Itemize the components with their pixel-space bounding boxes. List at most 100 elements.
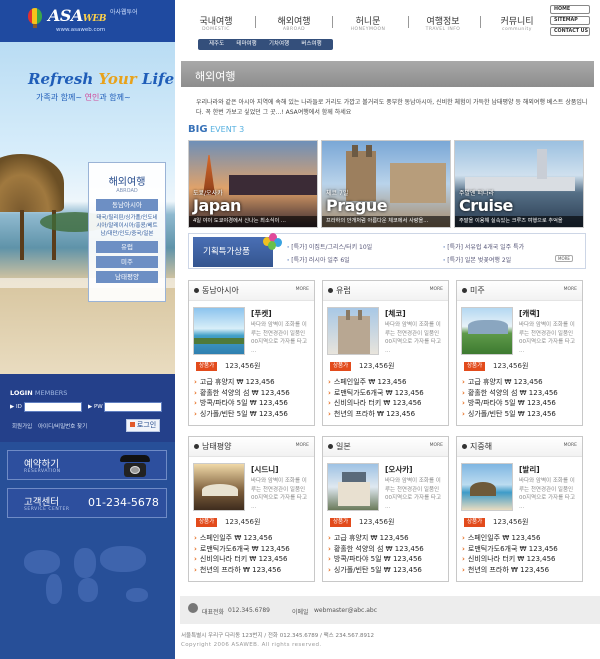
list-item[interactable]: 천년의 프라하 ₩ 123,456 (328, 409, 446, 420)
left-menu-item-southeast-asia[interactable]: 동남아시아 (96, 199, 158, 211)
card-thumbnail[interactable] (193, 463, 245, 511)
card-list: 스페인일주 ₩ 123,456 로맨틱가도6개국 ₩ 123,456 신비의나라… (328, 377, 446, 419)
left-menu-item-america[interactable]: 미주 (96, 256, 158, 268)
list-item[interactable]: 로맨틱가도6개국 ₩ 123,456 (328, 388, 446, 399)
login-button[interactable]: 로그인 (126, 419, 160, 432)
service-center-label: 고객센터 (24, 497, 59, 508)
nav-abroad[interactable]: 해외여행 ABROAD (274, 14, 314, 32)
list-item[interactable]: 천년의 프라하 ₩ 123,456 (462, 565, 580, 576)
list-item[interactable]: 방콕/파타야 5일 ₩ 123,456 (194, 398, 312, 409)
card-list: 고급 휴양지 ₩ 123,456 황홀한 석양의 섬 ₩ 123,456 방콕/… (462, 377, 580, 419)
banner-headline: Prague (326, 196, 388, 215)
nav-travel-info[interactable]: 여행정보 TRAVEL INFO (420, 14, 466, 32)
card-description: 바다와 암벽이 조화를 이루는 천연경관이 일품인 00지역으로 가자를 타고 … (519, 322, 576, 354)
card-thumbnail[interactable] (327, 307, 379, 355)
left-menu-item-europe[interactable]: 유럽 (96, 241, 158, 253)
list-item[interactable]: 싱가폴/빈탄 5일 ₩ 123,456 (194, 409, 312, 420)
special-item[interactable]: [특가] 이집트/그리스/터키 10일 (287, 242, 372, 251)
card-product-name[interactable]: [캐랙] (519, 308, 540, 319)
card-product-name[interactable]: [오사카] (385, 464, 413, 475)
login-panel: LOGIN MEMBERS ▶ ID ▶ PW 회원가입 아이디/비밀번호 찾기… (0, 374, 175, 442)
list-item[interactable]: 황홀한 석양의 섬 ₩ 123,456 (462, 388, 580, 399)
nav-domestic[interactable]: 국내여행 DOMESTIC (196, 14, 236, 32)
logo-text: ASAWEB (48, 6, 106, 25)
sub-tab-bus[interactable]: 버스여행 (296, 39, 326, 50)
card-thumbnail[interactable] (461, 463, 513, 511)
card-more-button[interactable]: MORE (296, 287, 309, 292)
list-item[interactable]: 신비의나라 터키 ₩ 123,456 (328, 398, 446, 409)
bullet-icon (328, 444, 333, 449)
id-input[interactable] (24, 402, 82, 412)
card-title: 미주 (470, 286, 485, 295)
sub-tab-jeju[interactable]: 제주도 (204, 39, 229, 50)
nav-community[interactable]: 커뮤니티 community (494, 14, 540, 32)
cathedral-icon (346, 151, 376, 201)
special-more-button[interactable]: MORE (555, 255, 573, 262)
list-item[interactable]: 방콕/파타야 5일 ₩ 123,456 (328, 554, 446, 565)
special-item[interactable]: [특가] 서유럽 4개국 일주 특가 (443, 242, 524, 251)
banner-description: 4일 야이 도쿄야경에서 신나는 최소식이 ... (189, 216, 317, 227)
banner-description: 주말을 이용해 실속있는 크루즈 여행으로 추억을 (455, 216, 583, 227)
list-item[interactable]: 싱가폴/빈탄 5일 ₩ 123,456 (328, 565, 446, 576)
card-more-button[interactable]: MORE (296, 443, 309, 448)
list-item[interactable]: 고급 휴양지 ₩ 123,456 (462, 377, 580, 388)
list-item[interactable]: 싱가폴/빈탄 5일 ₩ 123,456 (462, 409, 580, 420)
card-more-button[interactable]: MORE (430, 287, 443, 292)
list-item[interactable]: 로맨틱가도6개국 ₩ 123,456 (194, 544, 312, 555)
card-product-name[interactable]: [푸켓] (251, 308, 272, 319)
special-item[interactable]: [특가] 러시아 일주 6일 (287, 255, 349, 264)
list-item[interactable]: 신비의나라 터키 ₩ 123,456 (194, 554, 312, 565)
pw-label: ▶ PW (88, 404, 103, 410)
card-title: 동남아시아 (202, 286, 239, 295)
list-item[interactable]: 고급 휴양지 ₩ 123,456 (328, 533, 446, 544)
logo[interactable]: ASAWEB 아사웹투어 www.asaweb.com (28, 6, 148, 34)
banner-japan[interactable]: 도쿄/오사카 Japan 4일 야이 도쿄야경에서 신나는 최소식이 ... (188, 140, 318, 228)
card-title: 유럽 (336, 286, 351, 295)
card-product-name[interactable]: [체코] (385, 308, 406, 319)
list-item[interactable]: 스페인일주 ₩ 123,456 (462, 533, 580, 544)
list-item[interactable]: 황홀한 석양의 섬 ₩ 123,456 (328, 544, 446, 555)
reservation-label-en: RESERVATION (24, 469, 61, 474)
card-more-button[interactable]: MORE (564, 443, 577, 448)
left-menu-subtitle: ABROAD (116, 188, 138, 194)
section-title: 해외여행 (195, 70, 236, 83)
banner-cruise[interactable]: 주말엔 떠나라 Cruise 주말을 이용해 실속있는 크루즈 여행으로 추억을 (454, 140, 584, 228)
util-sitemap-button[interactable]: SITEMAP (550, 16, 590, 25)
list-item[interactable]: 스페인일주 ₩ 123,456 (328, 377, 446, 388)
find-account-link[interactable]: 아이디/비밀번호 찾기 (38, 422, 87, 430)
list-item[interactable]: 스페인일주 ₩ 123,456 (194, 533, 312, 544)
card-thumbnail[interactable] (327, 463, 379, 511)
card-thumbnail[interactable] (193, 307, 245, 355)
list-item[interactable]: 신비의나라 터키 ₩ 123,456 (462, 554, 580, 565)
util-home-button[interactable]: HOME (550, 5, 590, 14)
list-item[interactable]: 황홀한 석양의 섬 ₩ 123,456 (194, 388, 312, 399)
card-thumbnail[interactable] (461, 307, 513, 355)
nav-separator (332, 16, 333, 28)
join-link[interactable]: 회원가입 (12, 422, 32, 430)
card-description: 바다와 암벽이 조화를 이루는 천연경관이 일품인 00지역으로 가자를 타고 … (385, 478, 442, 510)
card-header: 지중해 MORE (457, 437, 582, 457)
card-product-name[interactable]: [시드니] (251, 464, 279, 475)
sub-tab-train[interactable]: 기차여행 (264, 39, 294, 50)
card-product-name[interactable]: [발리] (519, 464, 540, 475)
list-item[interactable]: 방콕/파타야 5일 ₩ 123,456 (462, 398, 580, 409)
card-more-button[interactable]: MORE (430, 443, 443, 448)
list-item[interactable]: 로맨틱가도6개국 ₩ 123,456 (462, 544, 580, 555)
left-menu-item-south-pacific[interactable]: 남태평양 (96, 271, 158, 283)
banner-prague[interactable]: 체코 7일 Prague 프라하의 안개처럼 아름다운 체코에서 사랑을... (321, 140, 451, 228)
util-contact-button[interactable]: CONTACT US (550, 27, 590, 36)
special-item[interactable]: [특가] 일본 벚꽃여행 2일 (443, 255, 511, 264)
footer-address: 서울특별시 우리구 다리동 123번지 / 전화 012.345.6789 / … (181, 633, 374, 639)
bullet-icon (194, 444, 199, 449)
footer-copyright: Copyright 2006 ASAWEB. All rights reserv… (181, 642, 322, 648)
sub-tab-theme[interactable]: 테마여행 (231, 39, 261, 50)
nav-honeymoon[interactable]: 허니문 HONEYMOON (346, 14, 390, 32)
list-item[interactable]: 고급 휴양지 ₩ 123,456 (194, 377, 312, 388)
list-item[interactable]: 천년의 프라하 ₩ 123,456 (194, 565, 312, 576)
service-center-box[interactable]: 고객센터 SERVICE CENTER 01-234-5678 (7, 488, 167, 518)
card-more-button[interactable]: MORE (564, 287, 577, 292)
reservation-label: 예약하기 (24, 459, 59, 470)
footer-mail[interactable]: webmaster@abc.abc (314, 607, 377, 614)
password-input[interactable] (104, 402, 162, 412)
reservation-box[interactable]: 예약하기 RESERVATION (7, 450, 167, 480)
